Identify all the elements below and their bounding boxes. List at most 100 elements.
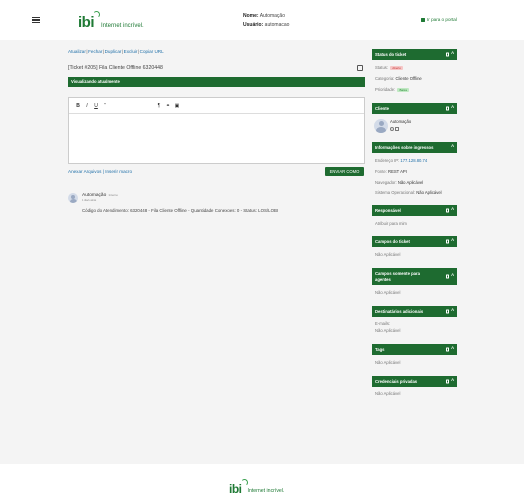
ip-value[interactable]: 177.128.80.74 bbox=[400, 158, 427, 163]
status-row: Status: Aberto bbox=[375, 65, 404, 71]
info-icon[interactable] bbox=[390, 127, 394, 131]
client-name[interactable]: Automação bbox=[390, 119, 411, 124]
edit-icon[interactable] bbox=[445, 274, 450, 279]
edit-icon[interactable] bbox=[357, 65, 363, 71]
ticket-title: [Ticket #205] Fila Cliente Offline 63204… bbox=[68, 65, 163, 71]
agent-fields-value: Não Aplicável bbox=[375, 290, 401, 295]
panel-title: Responsável bbox=[375, 208, 401, 213]
menu-icon[interactable] bbox=[32, 17, 40, 23]
logo-tagline: Internet incrível. bbox=[247, 487, 285, 494]
duplicar-link[interactable]: Duplicar bbox=[105, 49, 122, 54]
os-label: Sistema Operacional: bbox=[375, 190, 416, 195]
ticket-fields-panel-header[interactable]: Campos do ticket ^ bbox=[372, 236, 457, 247]
recipients-panel-header[interactable]: Destinatários adicionais ^ bbox=[372, 306, 457, 317]
ticket-actions: Atualizar|Fechar|Duplicar|Excluir|Copiar… bbox=[68, 49, 164, 54]
add-icon[interactable] bbox=[445, 379, 450, 384]
separator: | bbox=[102, 169, 104, 174]
list-icon[interactable] bbox=[138, 103, 144, 109]
status-panel-header[interactable]: Status do ticket ^ bbox=[372, 49, 457, 60]
align-center-icon[interactable] bbox=[120, 103, 126, 109]
align-left-icon[interactable] bbox=[111, 103, 117, 109]
edit-icon[interactable] bbox=[445, 52, 450, 57]
image-icon[interactable]: ▣ bbox=[174, 103, 180, 109]
heading-icon[interactable]: ¶ bbox=[156, 103, 162, 109]
message-author: Automação Interno bbox=[82, 193, 118, 198]
panel-title: Campos somente para agentes bbox=[375, 271, 420, 282]
edit-icon[interactable] bbox=[445, 106, 450, 111]
wifi-icon bbox=[93, 11, 100, 18]
chevron-up-icon[interactable]: ^ bbox=[451, 208, 454, 213]
panel-title: Tags bbox=[375, 347, 385, 352]
panel-title: Cliente bbox=[375, 106, 389, 111]
insert-macro-link[interactable]: Inserir macro bbox=[105, 169, 132, 174]
edit-icon[interactable] bbox=[445, 347, 450, 352]
brand-logo[interactable]: ibi Internet incrível. bbox=[78, 11, 144, 30]
edit-icon[interactable] bbox=[445, 309, 450, 314]
underline-button[interactable]: U bbox=[93, 103, 99, 109]
client-actions bbox=[390, 127, 399, 131]
edit-icon[interactable] bbox=[445, 239, 450, 244]
tags-panel-header[interactable]: Tags ^ bbox=[372, 344, 457, 355]
viewing-now-bar: Visualizando atualmente bbox=[68, 77, 365, 87]
ip-label: Endereço IP: bbox=[375, 158, 400, 163]
portal-link-label: Ir para o portal bbox=[427, 17, 457, 22]
send-as-button[interactable]: ENVIAR COMO bbox=[325, 167, 364, 176]
footer: ibi Internet incrível. bbox=[0, 464, 524, 500]
indent-icon[interactable] bbox=[147, 103, 153, 109]
panel-title: Destinatários adicionais bbox=[375, 309, 424, 314]
os-row: Sistema Operacional: Não Aplicável bbox=[375, 190, 442, 195]
source-label: Fonte: bbox=[375, 169, 387, 174]
attach-files-link[interactable]: Anexar Arquivos bbox=[68, 169, 101, 174]
chevron-up-icon[interactable]: ^ bbox=[451, 106, 454, 111]
panel-title: Informações sobre ingressos bbox=[375, 145, 434, 150]
priority-row: Prioridade: Baixa bbox=[375, 87, 409, 93]
priority-label: Prioridade: bbox=[375, 87, 396, 92]
credentials-value: Não Aplicável bbox=[375, 391, 401, 396]
agent-fields-panel-header[interactable]: Campos somente para agentes ^ bbox=[372, 268, 457, 285]
chevron-up-icon[interactable]: ^ bbox=[451, 274, 454, 279]
chevron-up-icon[interactable]: ^ bbox=[451, 145, 454, 150]
align-right-icon[interactable] bbox=[129, 103, 135, 109]
author-name: Automação bbox=[82, 193, 107, 198]
email-value: Não Aplicável bbox=[375, 328, 401, 333]
chevron-up-icon[interactable]: ^ bbox=[451, 239, 454, 244]
info-panel-header[interactable]: Informações sobre ingressos ^ bbox=[372, 142, 457, 153]
browser-label: Navegador: bbox=[375, 180, 397, 185]
editor-links: Anexar Arquivos | Inserir macro bbox=[68, 169, 132, 174]
edit-icon[interactable] bbox=[445, 208, 450, 213]
external-link-icon bbox=[421, 17, 425, 22]
user-info: Nome: Automação Usuário: automacao bbox=[243, 12, 289, 30]
author-tag: Interno bbox=[108, 193, 118, 197]
category-label: Categoria: bbox=[375, 76, 395, 81]
card-icon[interactable] bbox=[395, 127, 399, 131]
portal-link[interactable]: Ir para o portal bbox=[421, 17, 457, 22]
credentials-panel-header[interactable]: Credenciais privadas ^ bbox=[372, 376, 457, 387]
chevron-up-icon[interactable]: ^ bbox=[451, 347, 454, 352]
chevron-up-icon[interactable]: ^ bbox=[451, 379, 454, 384]
quote-button[interactable]: “ bbox=[102, 103, 108, 109]
copiar-url-link[interactable]: Copiar URL bbox=[140, 49, 164, 54]
assign-to-me-link[interactable]: Atribuir para mim bbox=[375, 221, 407, 226]
panel-title: Campos do ticket bbox=[375, 239, 410, 244]
panel-title: Status do ticket bbox=[375, 52, 407, 57]
ip-row: Endereço IP: 177.128.80.74 bbox=[375, 158, 427, 163]
os-value: Não Aplicável bbox=[416, 190, 442, 195]
atualizar-link[interactable]: Atualizar bbox=[68, 49, 86, 54]
fechar-link[interactable]: Fechar bbox=[88, 49, 102, 54]
reply-editor[interactable]: B I U “ ¶ ⚭ ▣ bbox=[68, 97, 365, 164]
avatar bbox=[68, 193, 78, 203]
chevron-up-icon[interactable]: ^ bbox=[451, 52, 454, 57]
name-value: Automação bbox=[259, 13, 285, 19]
ticket-page: ibi Internet incrível. Nome: Automação U… bbox=[0, 0, 524, 500]
chevron-up-icon[interactable]: ^ bbox=[451, 309, 454, 314]
client-panel-header[interactable]: Cliente ^ bbox=[372, 103, 457, 114]
responsible-panel-header[interactable]: Responsável ^ bbox=[372, 205, 457, 216]
client-avatar bbox=[374, 119, 388, 133]
user-value: automacao bbox=[264, 22, 290, 28]
bold-button[interactable]: B bbox=[75, 103, 81, 109]
italic-button[interactable]: I bbox=[84, 103, 90, 109]
excluir-link[interactable]: Excluir bbox=[124, 49, 138, 54]
link-icon[interactable]: ⚭ bbox=[165, 103, 171, 109]
browser-row: Navegador: Não Aplicável bbox=[375, 180, 423, 185]
top-bar: ibi Internet incrível. Nome: Automação U… bbox=[0, 0, 524, 40]
